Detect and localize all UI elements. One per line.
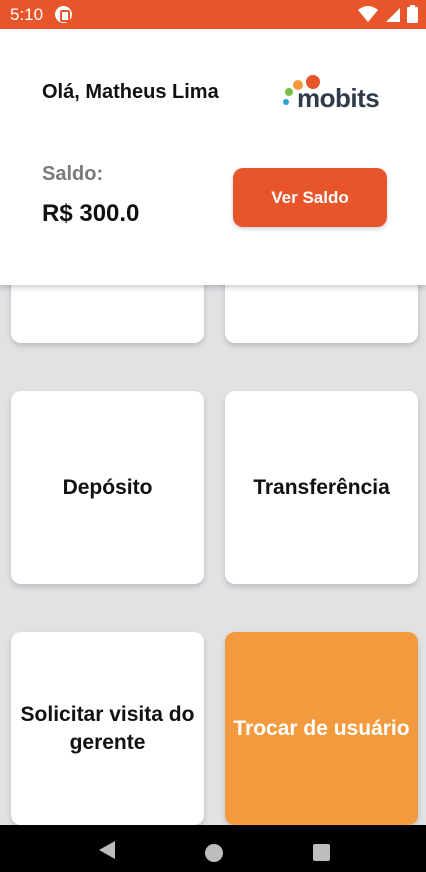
balance-value: R$ 300.0 xyxy=(42,200,140,227)
status-bar: 5:10 xyxy=(0,0,426,29)
cellular-signal-icon xyxy=(385,8,400,22)
logo-dot-green xyxy=(285,88,293,96)
request-manager-visit-card[interactable]: Solicitar visita do gerente xyxy=(11,632,204,825)
status-icons xyxy=(356,5,418,24)
transfer-card[interactable]: Transferência xyxy=(225,391,418,584)
app-notification-icon xyxy=(55,6,72,23)
menu-grid: Depósito Transferência Solicitar visita … xyxy=(0,285,426,825)
status-time: 5:10 xyxy=(10,5,44,24)
home-icon[interactable] xyxy=(205,844,223,862)
battery-icon xyxy=(407,5,418,23)
greeting: Olá, Matheus Lima xyxy=(42,81,219,103)
logo-text: mobits xyxy=(297,83,380,113)
mobits-logo: mobits xyxy=(281,75,391,116)
menu-card-top-left[interactable] xyxy=(11,285,204,343)
recent-apps-icon[interactable] xyxy=(313,844,330,861)
switch-user-card[interactable]: Trocar de usuário xyxy=(225,632,418,825)
back-icon[interactable] xyxy=(98,840,116,860)
menu-card-top-right[interactable] xyxy=(225,285,418,343)
navigation-bar xyxy=(0,825,426,872)
see-balance-button[interactable]: Ver Saldo xyxy=(233,168,387,227)
account-header: Olá, Matheus Lima mobits Saldo: R$ 300.0… xyxy=(0,29,426,285)
deposit-card[interactable]: Depósito xyxy=(11,391,204,584)
wifi-icon xyxy=(358,6,379,22)
balance-label: Saldo: xyxy=(42,163,104,185)
logo-dot-blue xyxy=(283,99,289,105)
